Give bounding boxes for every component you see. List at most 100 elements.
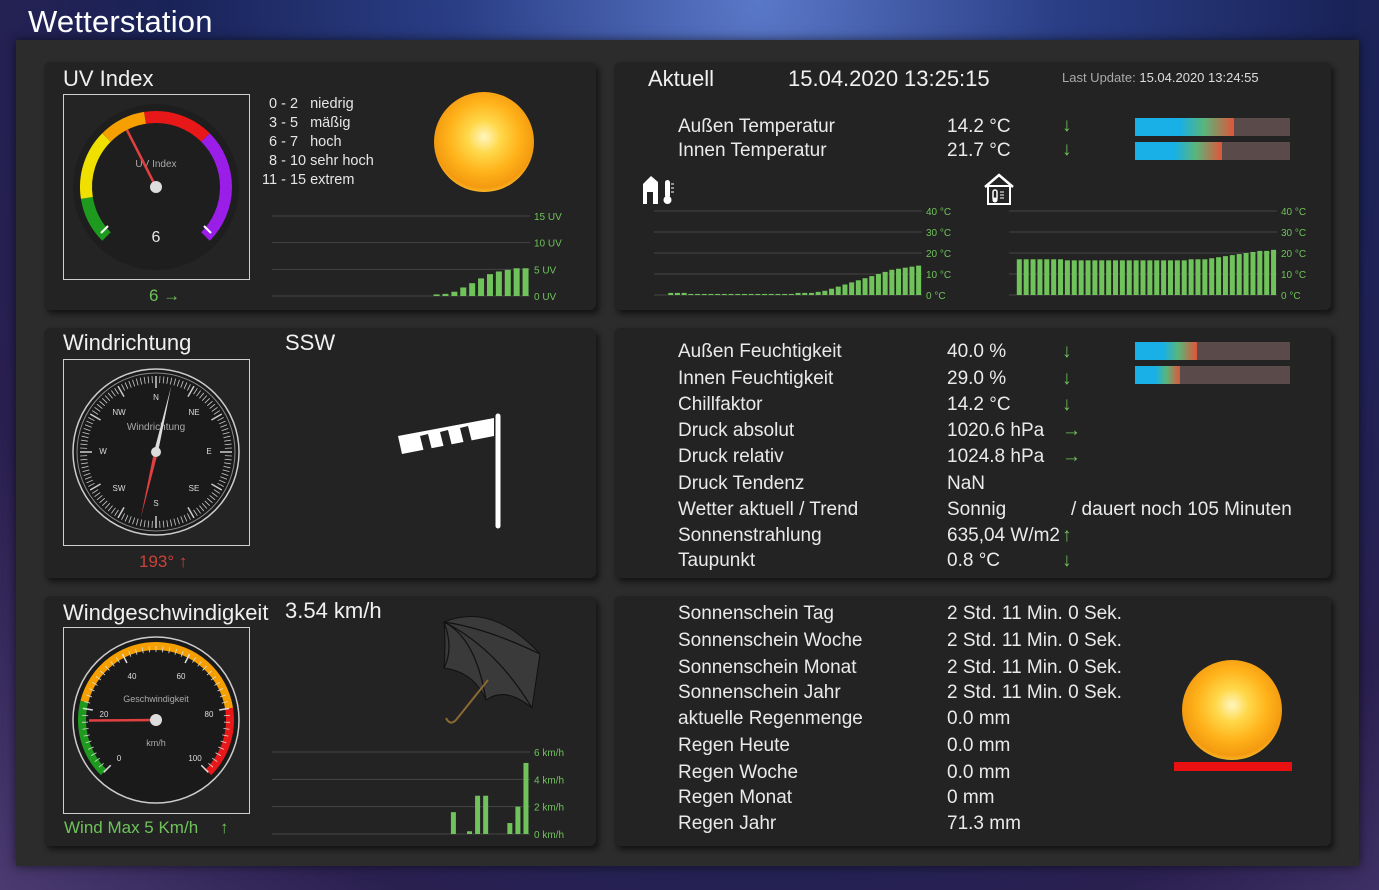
uv-legend-item: 8 - 10 sehr hoch <box>269 153 374 169</box>
chart-bar <box>467 831 473 834</box>
chart-bar <box>1216 257 1222 295</box>
sun-rain-value: 2 Std. 11 Min. 0 Sek. <box>947 657 1122 678</box>
speed-scale-100: 100 <box>188 754 202 763</box>
speed-scale-60: 60 <box>177 672 186 681</box>
chart-bar <box>469 283 476 296</box>
chart-bar <box>788 293 794 295</box>
chart-bar <box>842 284 848 295</box>
wind-max-trend: ↑ <box>220 818 229 837</box>
chart-bar <box>1250 251 1256 295</box>
chart-bar <box>855 280 861 295</box>
indoor-temp-label: Innen Temperatur <box>678 140 827 161</box>
sun-icon <box>434 92 534 192</box>
detail-trend: → <box>1062 446 1081 467</box>
detail-label: Außen Feuchtigkeit <box>678 341 842 362</box>
chart-bar <box>1133 260 1139 295</box>
chart-bar <box>715 293 721 295</box>
chart-bar <box>483 795 489 834</box>
dashboard-frame: UV Index UV Index 6 6 → 0 - 2 niedrig 3 … <box>16 40 1359 866</box>
chart-bar <box>882 271 888 295</box>
chart-tick-label: 6 km/h <box>534 748 564 759</box>
sun-rain-value: 0.0 mm <box>947 735 1011 756</box>
chart-bar <box>1064 260 1070 295</box>
sun-rain-value: 2 Std. 11 Min. 0 Sek. <box>947 682 1122 703</box>
sun-rain-label: aktuelle Regenmenge <box>678 708 863 729</box>
compass-s: S <box>153 499 158 508</box>
chart-bar <box>507 823 513 834</box>
sun-rain-label: Regen Woche <box>678 762 799 783</box>
compass-nw: NW <box>112 408 126 417</box>
wind-degrees: 193° ↑ <box>139 552 188 571</box>
wind-speed-chart: 6 km/h 4 km/h 2 km/h 0 km/h <box>272 748 564 841</box>
chart-bar <box>1188 259 1194 295</box>
chart-bar <box>875 274 881 295</box>
chart-bar <box>1092 260 1098 295</box>
sun-rain-label: Regen Heute <box>678 735 790 756</box>
chart-bar <box>695 293 701 295</box>
last-update-value: 15.04.2020 13:24:55 <box>1139 70 1259 85</box>
detail-label: Chillfaktor <box>678 394 763 415</box>
chart-tick-label: 4 km/h <box>534 775 564 786</box>
chart-bar <box>1229 255 1235 295</box>
detail-extra: / dauert noch 105 Minuten <box>1071 499 1292 520</box>
sun-rain-value: 71.3 mm <box>947 813 1021 834</box>
sun-rain-value: 2 Std. 11 Min. 0 Sek. <box>947 630 1122 651</box>
umbrella-icon <box>443 615 541 724</box>
detail-trend: ↓ <box>1062 550 1072 571</box>
chart-bar <box>795 292 801 295</box>
wind-max: Wind Max 5 Km/h <box>64 818 199 837</box>
chart-bar <box>1271 249 1277 295</box>
uv-history-chart: 15 UV 10 UV 5 UV 0 UV <box>272 212 562 303</box>
compass-label: Windrichtung <box>127 422 185 433</box>
chart-tick-label: 10 UV <box>534 239 562 250</box>
chart-tick-label: 5 UV <box>534 265 557 276</box>
chart-bar <box>735 293 741 295</box>
detail-trend: ↓ <box>1062 394 1072 415</box>
detail-value: Sonnig <box>947 499 1007 520</box>
chart-bar <box>674 292 680 295</box>
chart-bar <box>1195 259 1201 295</box>
speed-scale-20: 20 <box>100 710 109 719</box>
detail-label: Druck relativ <box>678 446 784 467</box>
chart-tick-label: 0 km/h <box>534 830 564 841</box>
chart-tick-label: 0 °C <box>1281 291 1301 302</box>
current-card: Aktuell 15.04.2020 13:25:15 Last Update:… <box>614 62 1331 310</box>
chart-bar <box>522 268 529 296</box>
chart-bar <box>1161 260 1167 295</box>
chart-bar <box>1257 250 1263 295</box>
indoor-thermometer-icon <box>984 173 1014 205</box>
chart-bar <box>1119 260 1125 295</box>
indoor-humidity-bar <box>1135 366 1290 384</box>
outdoor-temp-chart: 40 °C 30 °C 20 °C 10 °C 0 °C <box>654 207 951 302</box>
compass-e: E <box>206 447 211 456</box>
compass-w: W <box>99 447 107 456</box>
chart-bar <box>815 291 821 295</box>
chart-bar <box>475 795 481 834</box>
uv-title: UV Index <box>63 66 154 91</box>
speed-scale-0: 0 <box>117 754 122 763</box>
chart-bar <box>1167 260 1173 295</box>
chart-bar <box>902 267 908 295</box>
chart-bar <box>808 292 814 295</box>
wind-direction-title: Windrichtung <box>63 330 192 355</box>
chart-bar <box>1078 260 1084 295</box>
uv-legend-item: 0 - 2 niedrig <box>269 96 354 112</box>
chart-bar <box>688 293 694 295</box>
chart-bar <box>442 293 449 296</box>
chart-bar <box>701 293 707 295</box>
chart-bar <box>1264 250 1270 295</box>
chart-bar <box>495 271 502 296</box>
chart-bar <box>1126 260 1132 295</box>
chart-bar <box>889 269 895 295</box>
detail-value: 29.0 % <box>947 368 1007 389</box>
detail-value: NaN <box>947 473 986 494</box>
chart-bar <box>869 276 875 295</box>
uv-gauge: UV Index 6 <box>63 94 250 280</box>
chart-bar <box>748 293 754 295</box>
compass-se: SE <box>189 484 200 493</box>
chart-bar <box>708 293 714 295</box>
chart-bar <box>460 287 467 296</box>
chart-bar <box>1202 259 1208 295</box>
sun-rain-label: Sonnenschein Tag <box>678 603 834 624</box>
outdoor-temp-trend: ↓ <box>1062 115 1072 136</box>
